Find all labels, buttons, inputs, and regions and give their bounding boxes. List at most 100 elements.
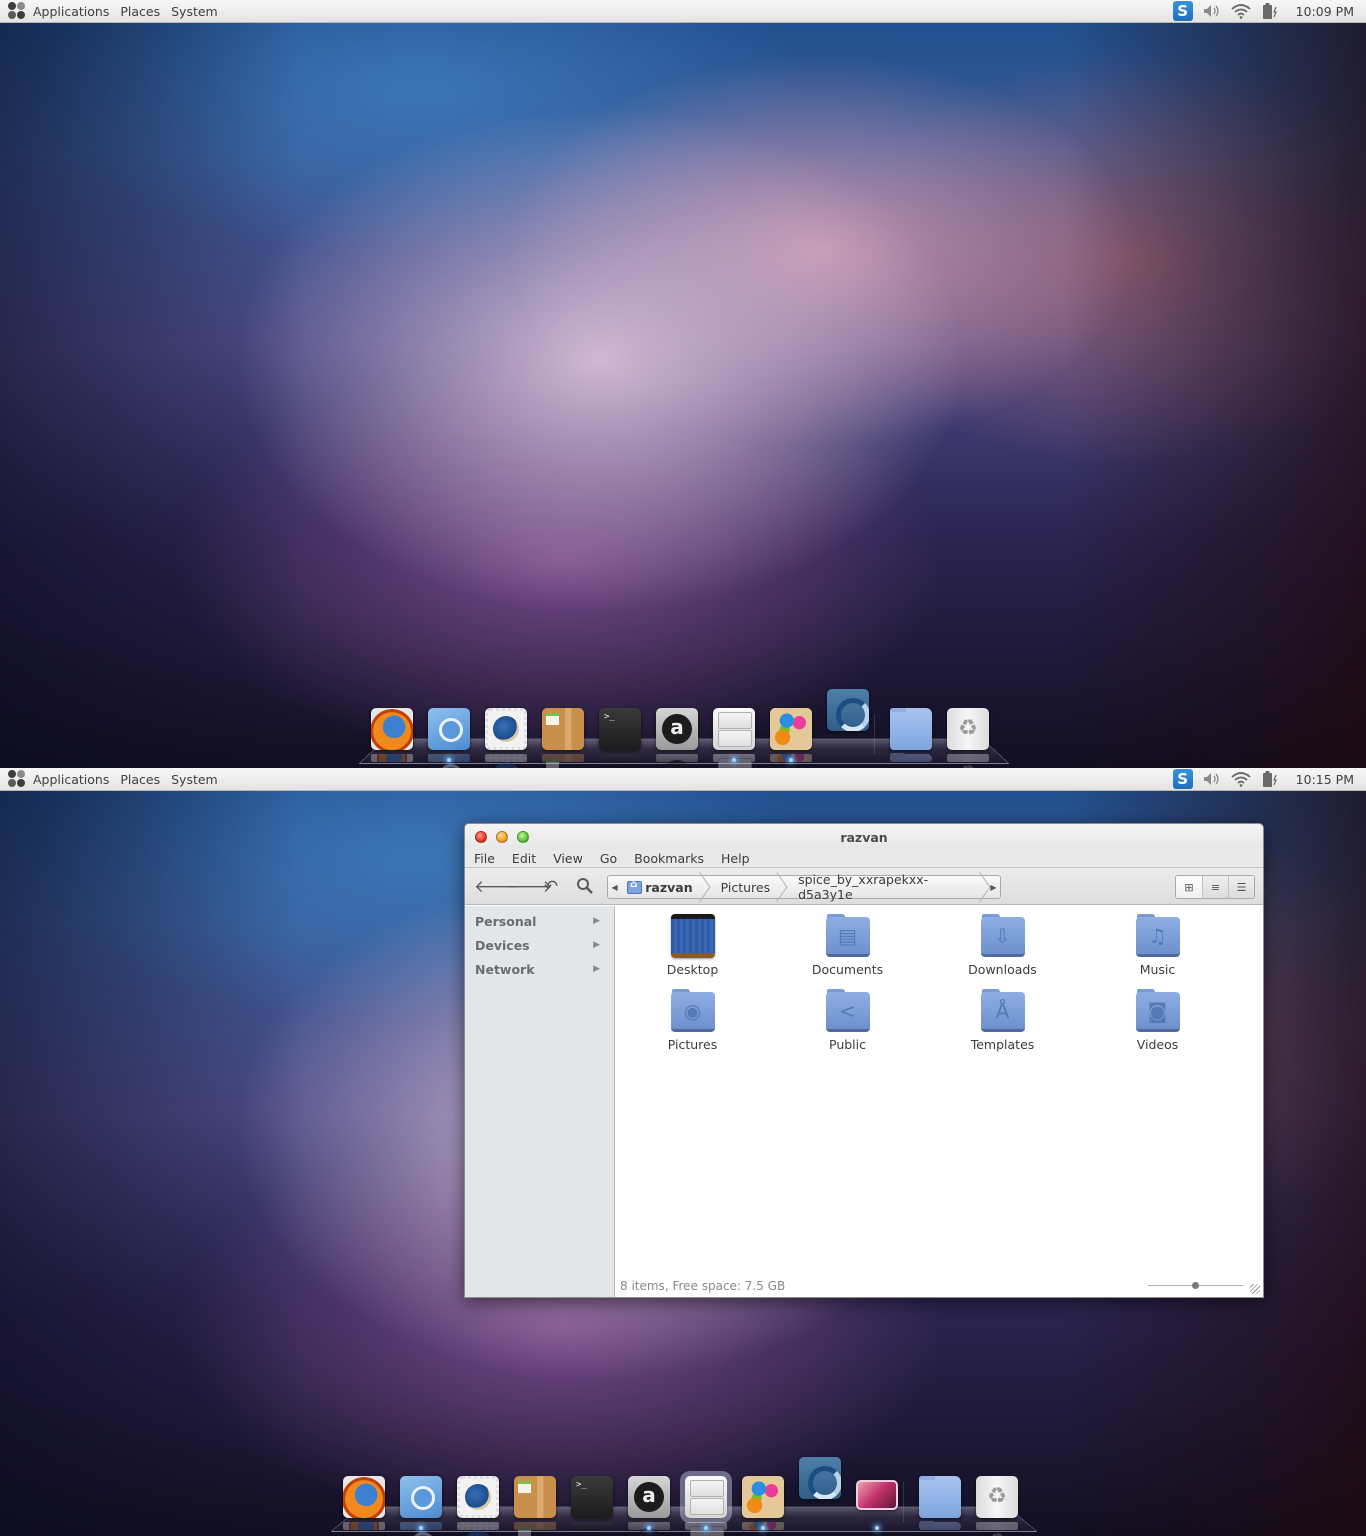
dock-item-file-manager[interactable]: [685, 1476, 727, 1518]
file-manager-body: Personal ▶ Devices ▶ Network ▶ Desktop ▤ Docu…: [465, 906, 1263, 1297]
menu-edit[interactable]: Edit: [512, 851, 536, 866]
volume-icon[interactable]: [1202, 769, 1222, 789]
dock-item-terminal[interactable]: >_: [571, 1476, 613, 1518]
dock-item-paint[interactable]: [742, 1476, 784, 1518]
dock-reflection: [485, 754, 527, 768]
dock-reflection: [542, 754, 584, 768]
dock-item-firefox[interactable]: [371, 708, 413, 750]
menu-places[interactable]: Places: [120, 772, 160, 787]
folder-item-public[interactable]: < Public: [770, 989, 925, 1064]
folder-item-downloads[interactable]: ⇩ Downloads: [925, 914, 1080, 989]
zoom-slider[interactable]: [1148, 1282, 1243, 1289]
path-scroll-left-icon[interactable]: ◀: [608, 883, 621, 892]
forward-button[interactable]: 🡒: [507, 877, 553, 897]
battery-charging-icon[interactable]: [1260, 769, 1280, 789]
folder-label: Desktop: [666, 962, 719, 977]
running-indicator: [704, 1526, 708, 1530]
expand-arrow-icon[interactable]: ▶: [593, 964, 600, 974]
dock-item-chromium[interactable]: [428, 708, 470, 750]
expand-arrow-icon[interactable]: ▶: [593, 940, 600, 950]
crumb-pictures[interactable]: Pictures: [707, 876, 785, 898]
window-titlebar[interactable]: razvan: [465, 824, 1263, 850]
dock-item-folder[interactable]: [890, 708, 932, 750]
dock-item-spice-up[interactable]: [799, 1457, 841, 1499]
sidebar-item-network[interactable]: Network ▶: [465, 957, 614, 981]
menu-help[interactable]: Help: [721, 851, 750, 866]
folder-item-templates[interactable]: Å Templates: [925, 989, 1080, 1064]
public-folder-icon: <: [825, 989, 870, 1033]
reload-button[interactable]: ↶: [541, 877, 561, 897]
desktop-screen-2: Applications Places System S 10:15 PM ra…: [0, 768, 1366, 1536]
clock[interactable]: 10:09 PM: [1296, 4, 1354, 19]
dock-item-package-manager[interactable]: [542, 708, 584, 750]
spice-up-icon[interactable]: S: [1172, 1, 1193, 21]
file-view[interactable]: Desktop ▤ Documents ⇩ Downloads ♫ Music ◉ Pictur…: [615, 906, 1263, 1297]
folder-label: Templates: [970, 1037, 1035, 1052]
sidebar-item-personal[interactable]: Personal ▶: [465, 909, 614, 933]
wifi-icon[interactable]: [1231, 769, 1251, 789]
volume-icon[interactable]: [1202, 1, 1222, 21]
compact-view-button[interactable]: ☰: [1228, 876, 1254, 898]
dock-item-anjuta[interactable]: [628, 1476, 670, 1518]
dock-item-anjuta[interactable]: [656, 708, 698, 750]
menu-file[interactable]: File: [474, 851, 495, 866]
grid-icon: ⊞: [1184, 880, 1194, 894]
menu-go[interactable]: Go: [600, 851, 617, 866]
file-manager-window: razvan File Edit View Go Bookmarks Help …: [464, 823, 1264, 1298]
wifi-icon[interactable]: [1231, 1, 1251, 21]
pictures-folder-icon: ◉: [670, 989, 715, 1033]
menu-bookmarks[interactable]: Bookmarks: [634, 851, 704, 866]
back-button[interactable]: 🡐: [474, 877, 520, 897]
folder-item-documents[interactable]: ▤ Documents: [770, 914, 925, 989]
dock-item-chromium[interactable]: [400, 1476, 442, 1518]
folder-label: Downloads: [968, 962, 1037, 977]
spice-up-icon[interactable]: S: [1172, 769, 1193, 789]
zoom-slider-knob[interactable]: [1192, 1282, 1199, 1289]
menu-places[interactable]: Places: [120, 4, 160, 19]
battery-charging-icon[interactable]: [1260, 1, 1280, 21]
distro-logo-icon[interactable]: [8, 2, 26, 20]
menu-system[interactable]: System: [171, 772, 218, 787]
dock-item-thunderbird[interactable]: [485, 708, 527, 750]
folder-item-pictures[interactable]: ◉ Pictures: [615, 989, 770, 1064]
menu-applications[interactable]: Applications: [33, 4, 109, 19]
menu-view[interactable]: View: [553, 851, 583, 866]
dock-item-firefox[interactable]: [343, 1476, 385, 1518]
folder-item-desktop[interactable]: Desktop: [615, 914, 770, 989]
dock-item-trash[interactable]: [976, 1476, 1018, 1518]
details-icon: ☰: [1236, 880, 1247, 894]
dock-item-spice-up[interactable]: [827, 689, 869, 731]
documents-folder-icon: ▤: [825, 914, 870, 958]
distro-logo-icon[interactable]: [8, 770, 26, 788]
dock-item-image-viewer[interactable]: [856, 1480, 898, 1510]
dock-reflection: [976, 1522, 1018, 1536]
dock-item-folder[interactable]: [919, 1476, 961, 1518]
dock-item-terminal[interactable]: >_: [599, 708, 641, 750]
expand-arrow-icon[interactable]: ▶: [593, 916, 600, 926]
menu-applications[interactable]: Applications: [33, 772, 109, 787]
dock-item-file-manager[interactable]: [713, 708, 755, 750]
clock[interactable]: 10:15 PM: [1296, 772, 1354, 787]
menu-system[interactable]: System: [171, 4, 218, 19]
sidebar: Personal ▶ Devices ▶ Network ▶: [465, 906, 615, 1297]
crumb-spice-folder[interactable]: spice_by_xxrapekxx-d5a3y1e: [784, 872, 987, 902]
resize-grip[interactable]: [1250, 1284, 1260, 1294]
dock-reflection: [947, 754, 989, 768]
search-button[interactable]: [575, 877, 595, 897]
dock-item-paint[interactable]: [770, 708, 812, 750]
dock-reflection: [514, 1522, 556, 1536]
dock-item-trash[interactable]: [947, 708, 989, 750]
icon-view-button[interactable]: ⊞: [1176, 876, 1202, 898]
folder-item-music[interactable]: ♫ Music: [1080, 914, 1235, 989]
crumb-home[interactable]: razvan: [621, 876, 706, 898]
sidebar-item-devices[interactable]: Devices ▶: [465, 933, 614, 957]
templates-folder-icon: Å: [980, 989, 1025, 1033]
folder-item-videos[interactable]: ◙ Videos: [1080, 989, 1235, 1064]
top-panel: Applications Places System S 10:15 PM: [0, 768, 1366, 791]
path-bar: ◀ razvan Pictures spice_by_xxrapekxx-d5a…: [607, 872, 1001, 902]
dock-item-thunderbird[interactable]: [457, 1476, 499, 1518]
dock-item-package-manager[interactable]: [514, 1476, 556, 1518]
list-view-button[interactable]: ≡: [1202, 876, 1228, 898]
search-icon: [576, 878, 594, 900]
desktop-icon: [670, 914, 715, 958]
